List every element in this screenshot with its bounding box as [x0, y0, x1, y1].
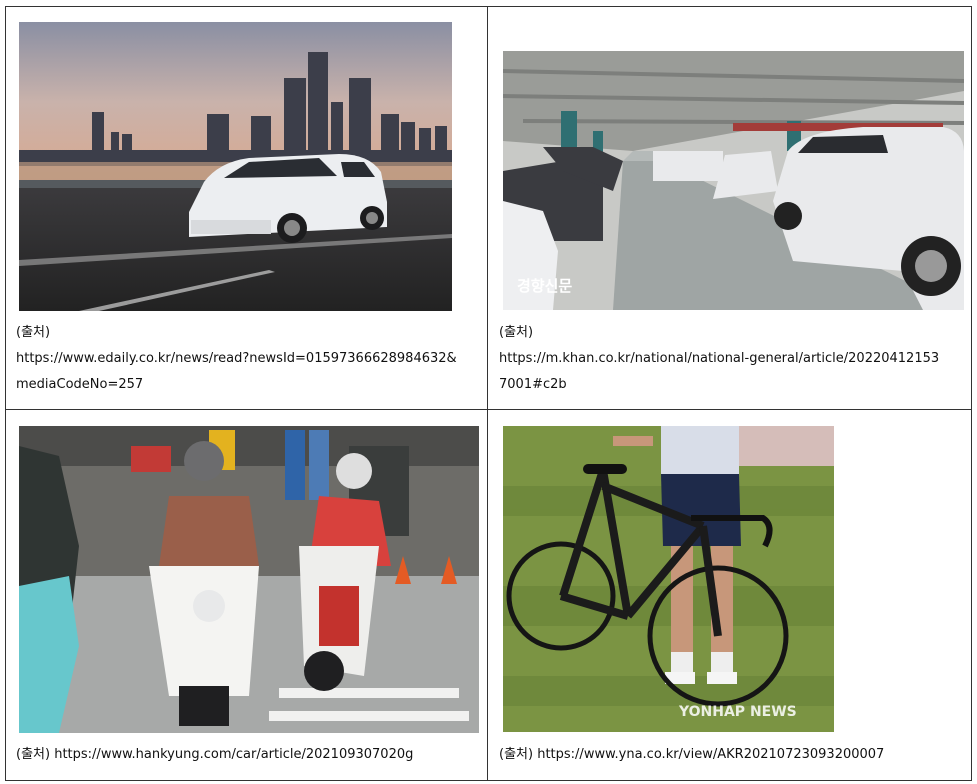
source-label: (출처)	[16, 747, 51, 762]
source-url-continued[interactable]: 7001#c2b	[499, 372, 939, 398]
source-url[interactable]: https://m.khan.co.kr/national/national-g…	[499, 346, 939, 372]
caption-cell-3: (출처) https://www.hankyung.com/car/articl…	[16, 742, 413, 768]
photo-scooter-riders	[19, 426, 479, 733]
watermark-text: 경향신문	[517, 277, 572, 295]
table-divider-vertical	[487, 6, 488, 781]
watermark-text: YONHAP NEWS	[678, 704, 797, 720]
source-label: (출처)	[16, 325, 51, 340]
source-label: (출처)	[499, 325, 534, 340]
caption-cell-2: (출처) https://m.khan.co.kr/national/natio…	[499, 320, 939, 398]
caption-cell-4: (출처) https://www.yna.co.kr/view/AKR20210…	[499, 742, 884, 768]
source-url-continued[interactable]: mediaCodeNo=257	[16, 372, 457, 398]
photo-parking-garage: 경향신문	[503, 51, 964, 310]
photo-road-bicycle: YONHAP NEWS	[503, 426, 834, 732]
source-url[interactable]: https://www.hankyung.com/car/article/202…	[54, 747, 413, 762]
table-divider-horizontal	[5, 409, 972, 410]
caption-cell-1: (출처) https://www.edaily.co.kr/news/read?…	[16, 320, 457, 398]
source-url[interactable]: https://www.edaily.co.kr/news/read?newsI…	[16, 346, 457, 372]
source-url[interactable]: https://www.yna.co.kr/view/AKR2021072309…	[537, 747, 884, 762]
source-label: (출처)	[499, 747, 534, 762]
photo-suv-highway	[19, 22, 452, 311]
